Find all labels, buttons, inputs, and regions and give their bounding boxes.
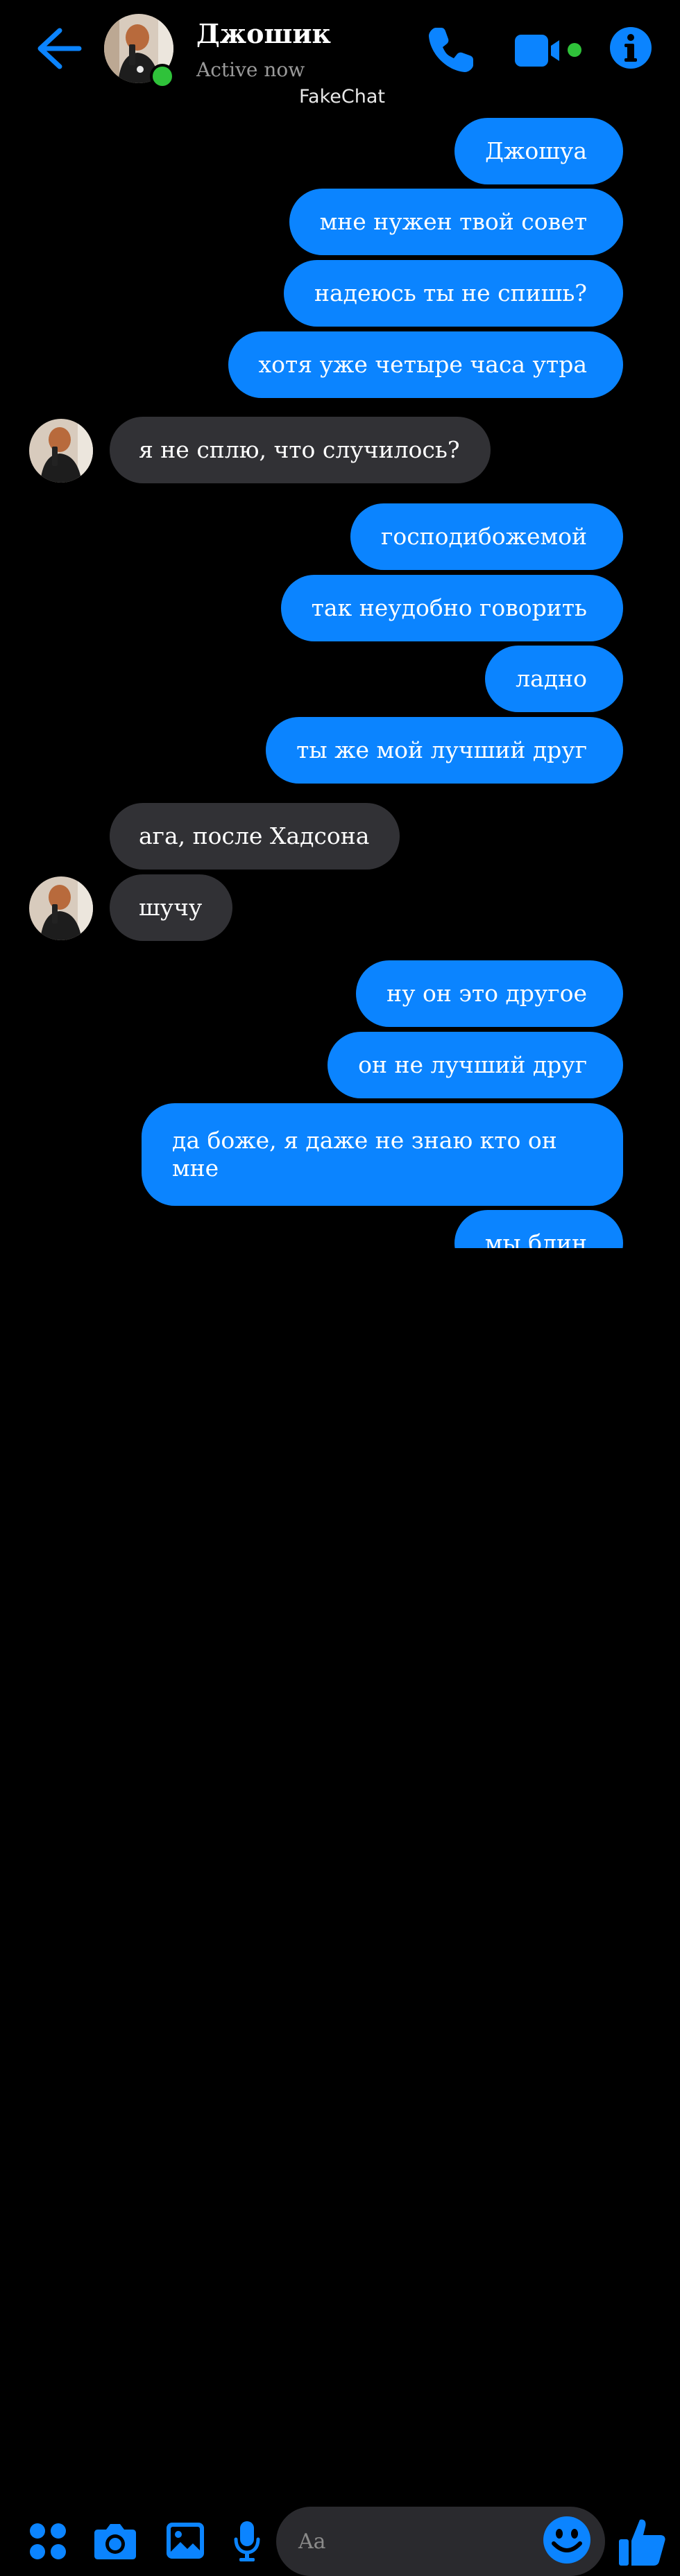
message-bubble-outgoing[interactable]: ладно xyxy=(485,646,623,712)
active-status: Active now xyxy=(196,58,305,81)
message-bubble-outgoing[interactable]: господибожемой xyxy=(350,503,623,570)
message-bubble-outgoing[interactable]: ну он это другое xyxy=(356,960,623,1027)
composer-bar: Aa xyxy=(0,1248,680,2576)
message-bubble-outgoing[interactable]: мне нужен твой совет xyxy=(289,189,623,255)
message-bubble-outgoing[interactable]: надеюсь ты не спишь? xyxy=(283,260,623,327)
message-bubble-outgoing[interactable]: хотя уже четыре часа утра xyxy=(228,331,623,398)
chat-header: Джошик Active now FakeChat xyxy=(0,0,680,111)
info-icon[interactable] xyxy=(609,26,652,69)
smile-icon[interactable] xyxy=(543,2516,591,2564)
phone-icon[interactable] xyxy=(425,24,477,76)
video-camera-icon[interactable] xyxy=(513,31,583,71)
message-input-placeholder: Aa xyxy=(298,2530,326,2554)
four-dots-icon[interactable] xyxy=(29,2523,67,2563)
camera-icon[interactable] xyxy=(94,2521,137,2563)
message-bubble-outgoing[interactable]: ты же мой лучший друг xyxy=(266,717,623,784)
message-bubble-outgoing[interactable]: Джошуа xyxy=(454,118,623,184)
message-bubble-incoming[interactable]: я не сплю, что случилось? xyxy=(110,417,491,483)
back-arrow-icon[interactable] xyxy=(35,26,83,71)
message-bubble-outgoing[interactable]: он не лучший друг xyxy=(328,1032,623,1098)
microphone-icon[interactable] xyxy=(233,2520,261,2566)
contact-name[interactable]: Джошик xyxy=(196,18,331,49)
thumbs-up-icon[interactable] xyxy=(618,2517,666,2567)
contact-message-avatar[interactable] xyxy=(29,419,93,483)
contact-message-avatar[interactable] xyxy=(29,876,93,940)
watermark-label: FakeChat xyxy=(299,86,385,107)
message-bubble-outgoing[interactable]: так неудобно говорить xyxy=(280,575,623,641)
message-bubble-incoming[interactable]: шучу xyxy=(110,874,233,941)
message-bubble-outgoing[interactable]: да боже, я даже не знаю кто он мне xyxy=(142,1103,623,1206)
online-indicator xyxy=(150,64,175,89)
message-bubble-incoming[interactable]: ага, после Хадсона xyxy=(110,803,400,870)
image-icon[interactable] xyxy=(165,2521,205,2563)
